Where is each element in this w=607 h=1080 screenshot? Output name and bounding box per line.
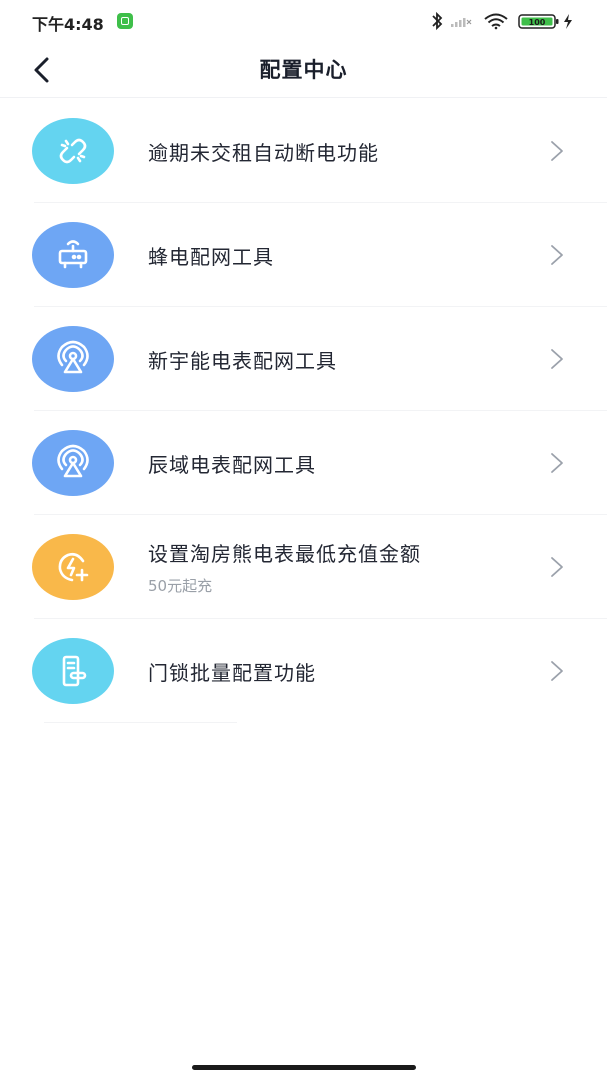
config-menu-list: 逾期未交租自动断电功能 蜂电配网工具 新宇能电表配网工具 辰域电表配网工具 设置… xyxy=(0,99,607,723)
signal-tower-icon xyxy=(32,326,114,392)
signal-tower-icon xyxy=(32,430,114,496)
header-divider xyxy=(0,97,607,98)
door-lock-icon xyxy=(32,638,114,704)
status-bar: 下午4:48 100 xyxy=(0,0,607,44)
home-indicator[interactable] xyxy=(192,1065,416,1070)
menu-item-label: 蜂电配网工具 xyxy=(148,244,274,269)
chevron-right-icon xyxy=(551,453,563,473)
menu-item-label: 新宇能电表配网工具 xyxy=(148,348,337,373)
chevron-right-icon xyxy=(551,661,563,681)
chevron-right-icon xyxy=(551,141,563,161)
battery-level: 100 xyxy=(529,18,546,27)
menu-item-fengdian-network-tool[interactable]: 蜂电配网工具 xyxy=(0,203,607,307)
wifi-icon xyxy=(484,13,508,30)
router-icon xyxy=(32,222,114,288)
menu-item-label: 逾期未交租自动断电功能 xyxy=(148,140,379,165)
charging-icon xyxy=(564,14,572,29)
menu-item-label: 辰域电表配网工具 xyxy=(148,452,316,477)
status-time: 下午4:48 xyxy=(32,15,104,34)
app-notification-icon xyxy=(117,13,133,29)
signal-icon xyxy=(451,18,472,27)
menu-item-xinyuneng-meter-tool[interactable]: 新宇能电表配网工具 xyxy=(0,307,607,411)
header: 配置中心 xyxy=(0,44,607,96)
menu-item-label: 门锁批量配置功能 xyxy=(148,660,316,685)
page-title: 配置中心 xyxy=(259,58,348,82)
chevron-right-icon xyxy=(551,557,563,577)
menu-item-auto-power-off[interactable]: 逾期未交租自动断电功能 xyxy=(0,99,607,203)
divider xyxy=(44,722,237,723)
charge-plus-icon xyxy=(32,534,114,600)
battery-icon: 100 xyxy=(518,14,572,29)
menu-item-chenyu-meter-tool[interactable]: 辰域电表配网工具 xyxy=(0,411,607,515)
status-icons: 100 xyxy=(429,11,579,31)
chevron-right-icon xyxy=(551,245,563,265)
bluetooth-icon xyxy=(432,11,443,31)
menu-item-label: 设置淘房熊电表最低充值金额 xyxy=(148,542,421,566)
broken-link-icon xyxy=(32,118,114,184)
menu-item-subtitle: 50元起充 xyxy=(148,577,213,595)
menu-item-min-recharge-amount[interactable]: 设置淘房熊电表最低充值金额 50元起充 xyxy=(0,515,607,619)
menu-item-door-lock-batch-config[interactable]: 门锁批量配置功能 xyxy=(0,619,607,723)
chevron-right-icon xyxy=(551,349,563,369)
